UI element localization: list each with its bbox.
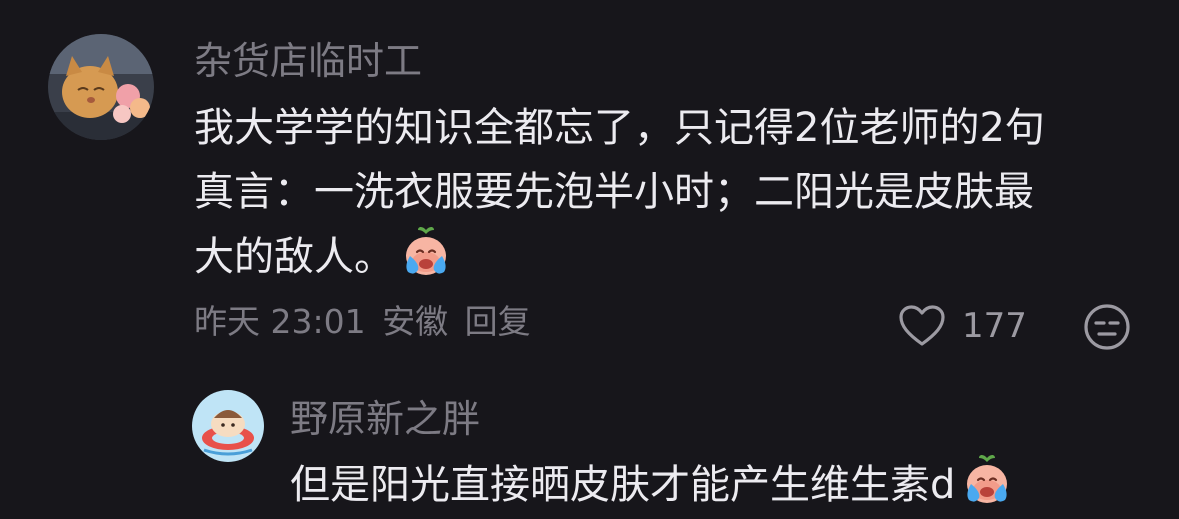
cat-avatar-image bbox=[48, 34, 154, 140]
reply-button[interactable]: 回复 bbox=[465, 302, 531, 341]
avatar[interactable] bbox=[48, 34, 154, 140]
crying-emoji-icon bbox=[959, 452, 1015, 508]
reply-text-content: 但是阳光直接晒皮肤才能产生维生素d bbox=[290, 462, 956, 508]
comment-line-last: 大的敌人。 bbox=[194, 224, 1154, 289]
reply-username[interactable]: 野原新之胖 bbox=[290, 397, 480, 441]
comment-meta: 昨天 23:01 安徽 回复 bbox=[194, 302, 537, 342]
comment-text: 我大学学的知识全都忘了，只记得2位老师的2句 真言：一洗衣服要先泡半小时；二阳光… bbox=[194, 96, 1154, 289]
username[interactable]: 杂货店临时工 bbox=[194, 39, 422, 83]
cartoon-avatar-image bbox=[192, 390, 264, 462]
comment-location: 安徽 bbox=[382, 302, 449, 341]
comment-line-text: 大的敌人。 bbox=[194, 234, 394, 280]
meh-face-icon bbox=[1084, 304, 1130, 350]
comment-time: 昨天 23:01 bbox=[194, 302, 366, 341]
comment-line: 真言：一洗衣服要先泡半小时；二阳光是皮肤最 bbox=[194, 169, 1034, 215]
comment-line: 我大学学的知识全都忘了，只记得2位老师的2句 bbox=[194, 105, 1045, 151]
heart-icon bbox=[899, 305, 945, 346]
crying-emoji-icon bbox=[398, 224, 454, 280]
like-button[interactable]: 177 bbox=[898, 303, 1027, 349]
reply-avatar[interactable] bbox=[192, 390, 264, 462]
like-count: 177 bbox=[962, 306, 1027, 346]
dislike-button[interactable] bbox=[1083, 303, 1131, 351]
reply-text: 但是阳光直接晒皮肤才能产生维生素d bbox=[290, 452, 1015, 517]
